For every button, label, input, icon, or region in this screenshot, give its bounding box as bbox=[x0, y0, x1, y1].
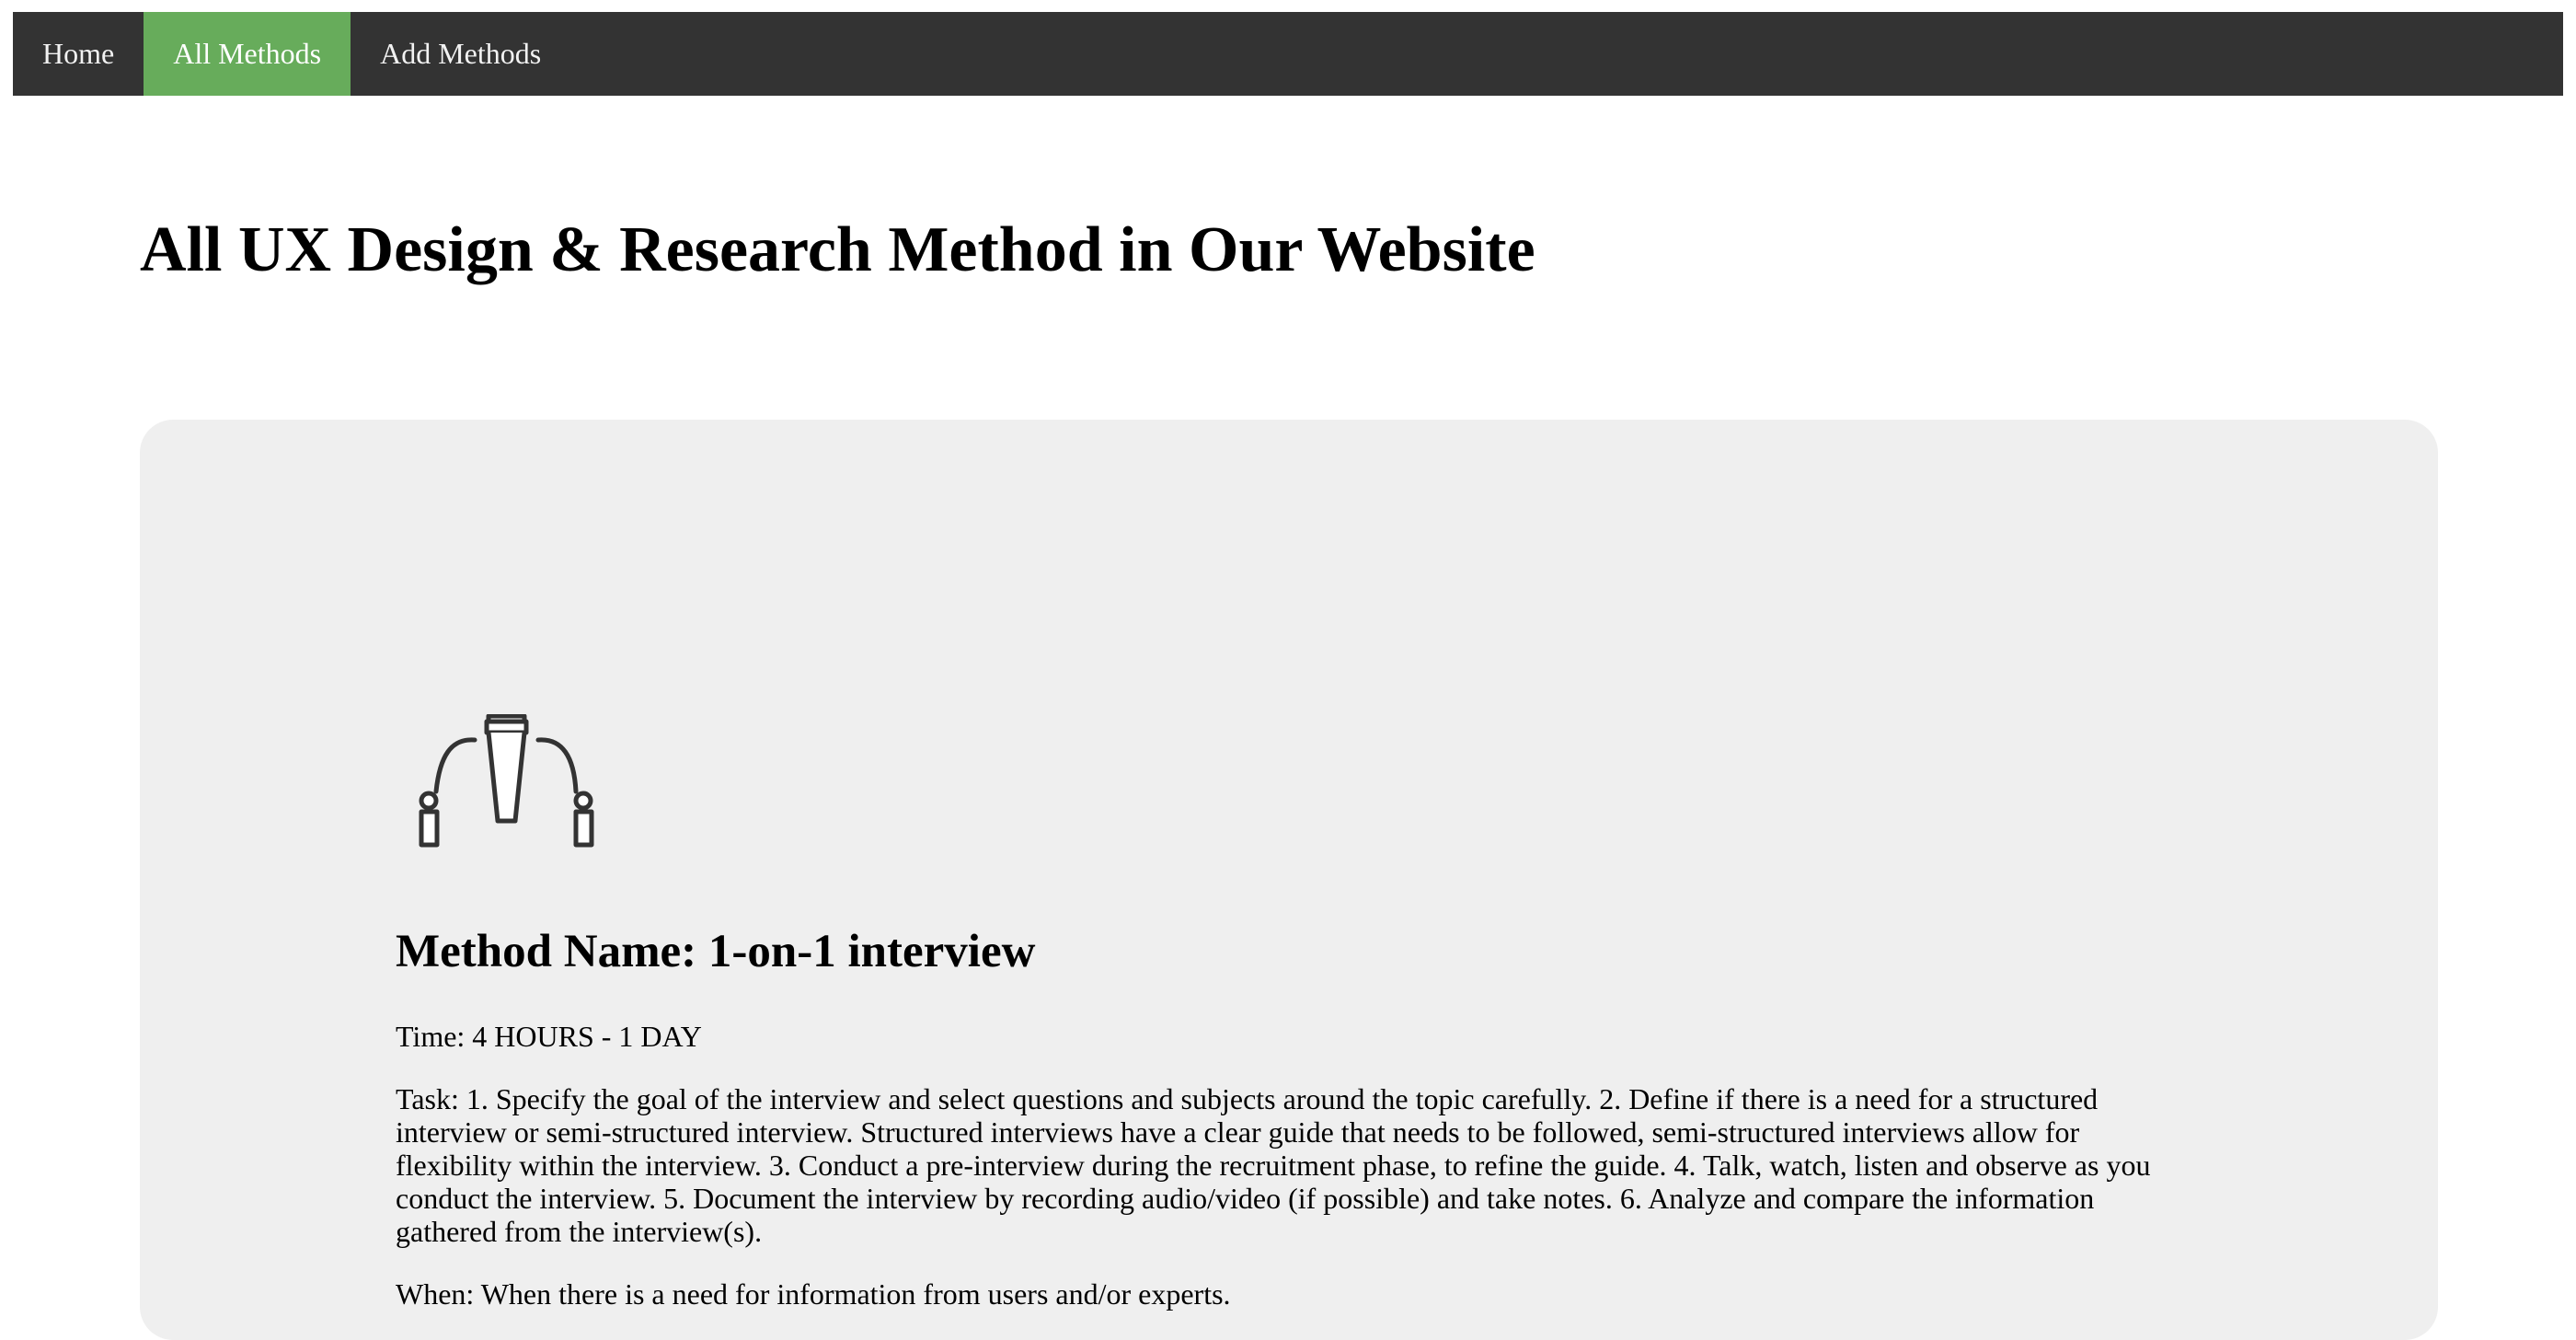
method-when: When: When there is a need for informati… bbox=[396, 1277, 1231, 1311]
nav-all-methods-link[interactable]: All Methods bbox=[144, 12, 351, 96]
nav-add-methods-link[interactable]: Add Methods bbox=[351, 12, 570, 96]
method-task: Task: 1. Specify the goal of the intervi… bbox=[396, 1082, 2151, 1248]
interview-microphone-icon bbox=[419, 714, 594, 848]
top-navigation-bar: Home All Methods Add Methods bbox=[13, 12, 2563, 96]
method-name: Method Name: 1-on-1 interview bbox=[396, 926, 1036, 977]
page-title: All UX Design & Research Method in Our W… bbox=[140, 214, 1535, 285]
nav-home-link[interactable]: Home bbox=[13, 12, 144, 96]
method-time: Time: 4 HOURS - 1 DAY bbox=[396, 1020, 702, 1053]
